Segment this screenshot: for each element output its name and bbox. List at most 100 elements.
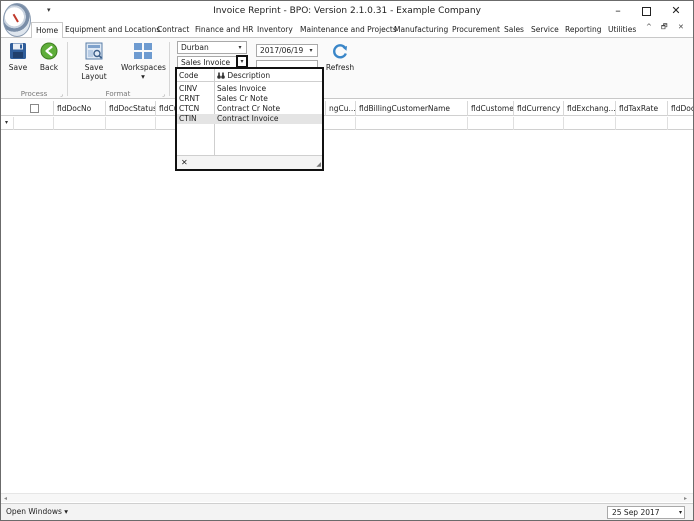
maximize-button[interactable] xyxy=(631,3,661,19)
branch-combo[interactable]: Durban ▾ xyxy=(177,41,247,54)
back-label: Back xyxy=(39,63,59,72)
list-item[interactable]: CRNT Sales Cr Note xyxy=(177,94,322,104)
item-code: CRNT xyxy=(179,94,200,103)
column-header[interactable]: fldDocD xyxy=(667,101,693,116)
ribbon: Save Back Process ⌟ Save Layout Workspac… xyxy=(1,37,693,99)
open-windows-button[interactable]: Open Windows ▾ xyxy=(6,507,68,516)
filter-cell[interactable] xyxy=(105,117,155,130)
filter-cell[interactable] xyxy=(563,117,615,130)
group-separator xyxy=(169,42,170,96)
filter-cell[interactable] xyxy=(53,117,105,130)
grid-filter-row[interactable]: ▾ xyxy=(1,117,693,130)
column-header[interactable]: ngCu... xyxy=(325,101,355,116)
scroll-left-icon[interactable]: ◂ xyxy=(4,495,7,502)
maximize-icon xyxy=(641,6,651,16)
save-layout-label: Save Layout xyxy=(81,63,107,81)
chevron-down-icon[interactable]: ▾ xyxy=(306,45,316,56)
tab-contract[interactable]: Contract xyxy=(157,22,189,37)
tab-manufacturing[interactable]: Manufacturing xyxy=(394,22,448,37)
filter-cell[interactable] xyxy=(667,117,693,130)
date-value: 2017/06/19 xyxy=(260,46,304,55)
item-code: CTIN xyxy=(179,114,197,123)
tab-reporting[interactable]: Reporting xyxy=(565,22,601,37)
list-item-selected[interactable]: CTIN Contract Invoice xyxy=(177,114,322,124)
tab-inventory[interactable]: Inventory xyxy=(257,22,293,37)
workspaces-icon xyxy=(134,43,152,59)
chevron-down-icon[interactable]: ▾ xyxy=(679,507,682,518)
item-description: Sales Invoice xyxy=(217,84,267,93)
group-launcher-icon[interactable]: ⌟ xyxy=(162,91,165,98)
document-type-value: Sales Invoice xyxy=(181,58,231,67)
filter-row-indicator-icon: ▾ xyxy=(5,119,9,126)
tab-equipment-and-locations[interactable]: Equipment and Locations xyxy=(65,22,160,37)
refresh-button[interactable]: Refresh xyxy=(323,42,357,72)
dropdown-header: Code Description xyxy=(177,69,322,82)
column-header[interactable]: fldDocStatus xyxy=(105,101,155,116)
group-label-format: Format xyxy=(105,90,131,98)
tab-service[interactable]: Service xyxy=(531,22,559,37)
branch-value: Durban xyxy=(181,43,209,52)
filter-cell[interactable] xyxy=(615,117,667,130)
title-bar: ▾ Invoice Reprint - BPO: Version 2.1.0.3… xyxy=(1,1,693,37)
column-header[interactable]: fldBillingCustomerName xyxy=(355,101,467,116)
column-header[interactable]: fldCu xyxy=(155,101,177,116)
item-code: CTCN xyxy=(179,104,200,113)
save-layout-button[interactable]: Save Layout xyxy=(71,42,117,81)
tab-maintenance-and-projects[interactable]: Maintenance and Projects xyxy=(300,22,397,37)
restore-icon[interactable]: 🗗 xyxy=(661,23,668,34)
save-layout-icon xyxy=(85,42,103,60)
close-document-icon[interactable]: ✕ xyxy=(678,23,684,31)
tab-sales[interactable]: Sales xyxy=(504,22,524,37)
tab-procurement[interactable]: Procurement xyxy=(452,22,500,37)
header-description-label: Description xyxy=(227,71,271,80)
column-header[interactable]: fldDocNo xyxy=(53,101,105,116)
status-date-field[interactable]: 25 Sep 2017 ▾ xyxy=(607,506,685,519)
list-item[interactable]: CINV Sales Invoice xyxy=(177,84,322,94)
horizontal-scrollbar[interactable]: ◂ ▸ xyxy=(1,493,693,502)
column-header[interactable]: fldTaxRate xyxy=(615,101,667,116)
save-label: Save xyxy=(8,63,28,72)
floppy-disk-icon xyxy=(10,43,26,59)
scroll-right-icon[interactable]: ▸ xyxy=(684,495,687,502)
refresh-label: Refresh xyxy=(325,63,355,72)
refresh-icon xyxy=(333,44,347,59)
workspaces-dropdown-icon: ▾ xyxy=(141,72,145,81)
filter-cell[interactable] xyxy=(513,117,563,130)
binoculars-icon xyxy=(217,72,225,79)
document-type-dropdown: Code Description CINV Sales Invoice CRNT… xyxy=(175,67,324,171)
group-separator xyxy=(67,42,68,96)
item-description: Contract Cr Note xyxy=(217,104,281,113)
workspaces-label: Workspaces xyxy=(121,63,166,72)
back-arrow-icon xyxy=(40,42,58,60)
minimize-button[interactable]: – xyxy=(603,3,633,19)
filter-cell[interactable] xyxy=(467,117,513,130)
header-code[interactable]: Code xyxy=(179,71,198,80)
list-item[interactable]: CTCN Contract Cr Note xyxy=(177,104,322,114)
close-window-button[interactable]: ✕ xyxy=(661,3,691,19)
select-all-checkbox[interactable] xyxy=(30,104,39,113)
column-header[interactable]: fldCurrency xyxy=(513,101,563,116)
tab-finance-and-hr[interactable]: Finance and HR xyxy=(195,22,253,37)
ribbon-tabs: Home Equipment and Locations Contract Fi… xyxy=(31,22,693,38)
column-header[interactable]: fldExchang... xyxy=(563,101,615,116)
status-date-value: 25 Sep 2017 xyxy=(612,508,660,517)
group-launcher-icon[interactable]: ⌟ xyxy=(60,91,63,98)
resize-grip-icon[interactable]: ◢ xyxy=(316,161,321,168)
date-combo[interactable]: 2017/06/19 ▾ xyxy=(256,44,318,57)
back-button[interactable]: Back xyxy=(37,42,61,72)
close-icon[interactable]: ✕ xyxy=(181,158,188,167)
grid-header: fldDocNo fldDocStatus fldCu ngCu... fldB… xyxy=(1,101,693,116)
column-header[interactable]: fldCustome... xyxy=(467,101,513,116)
item-description: Contract Invoice xyxy=(217,114,279,123)
filter-cell[interactable] xyxy=(13,117,53,130)
workspaces-button[interactable]: Workspaces ▾ xyxy=(121,42,166,81)
status-bar: Open Windows ▾ 25 Sep 2017 ▾ xyxy=(1,503,693,520)
window-title: Invoice Reprint - BPO: Version 2.1.0.31 … xyxy=(213,6,481,16)
save-button[interactable]: Save xyxy=(6,42,30,72)
ribbon-collapse-icon[interactable]: ^ xyxy=(646,23,652,31)
header-description[interactable]: Description xyxy=(217,71,270,80)
tab-home[interactable]: Home xyxy=(31,22,64,38)
chevron-down-icon[interactable]: ▾ xyxy=(235,42,245,53)
filter-cell[interactable] xyxy=(355,117,467,130)
tab-utilities[interactable]: Utilities xyxy=(608,22,636,37)
